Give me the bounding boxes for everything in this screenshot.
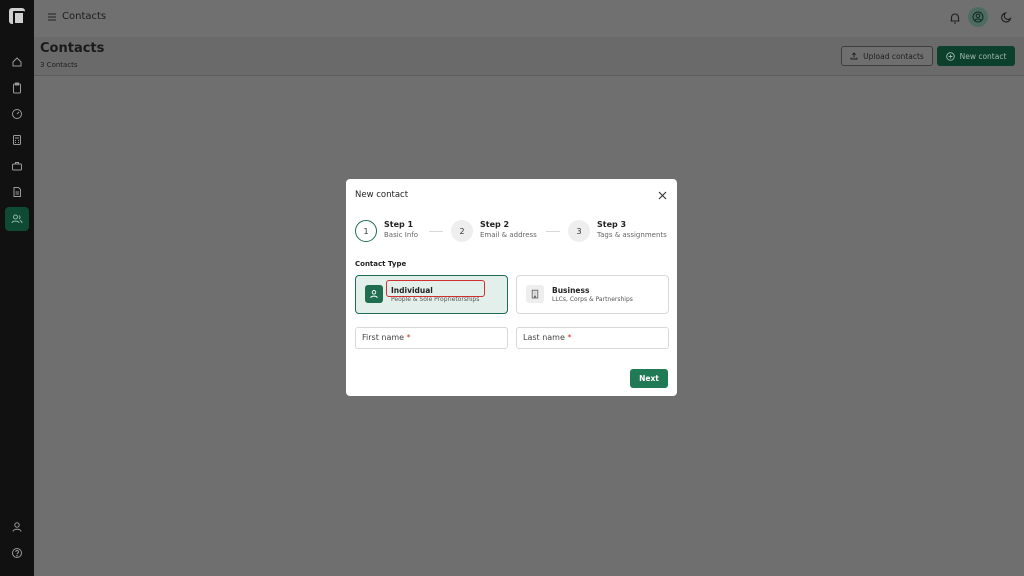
step-separator xyxy=(429,231,443,232)
step-3-indicator: 3 xyxy=(568,220,590,242)
step-2-title: Step 2 xyxy=(480,220,510,229)
home-icon[interactable] xyxy=(5,50,29,74)
close-icon[interactable] xyxy=(658,191,667,200)
clipboard-icon[interactable] xyxy=(5,76,29,100)
person-icon xyxy=(365,285,383,303)
modal-title: New contact xyxy=(355,190,409,200)
avatar[interactable] xyxy=(968,7,988,27)
step-3-desc: Tags & assignments xyxy=(597,231,667,239)
page-title: Contacts xyxy=(40,41,105,56)
step-1-title: Step 1 xyxy=(384,220,414,229)
business-option[interactable]: Business LLCs, Corps & Partnerships xyxy=(516,275,669,314)
step-3-title: Step 3 xyxy=(597,220,627,229)
page-header: Contacts 3 Contacts Upload contacts New … xyxy=(34,37,1024,75)
required-mark: * xyxy=(567,333,572,342)
app-logo[interactable] xyxy=(9,8,25,25)
plus-circle-icon xyxy=(945,51,955,61)
document-icon[interactable] xyxy=(5,180,29,204)
next-button[interactable]: Next xyxy=(630,369,668,388)
contact-type-label: Contact Type xyxy=(355,260,407,268)
business-title: Business xyxy=(552,286,590,295)
required-mark: * xyxy=(406,333,411,342)
new-contact-modal: New contact 1 Step 1 Basic Info 2 Step 2… xyxy=(346,179,677,396)
step-1-desc: Basic Info xyxy=(384,231,419,239)
upload-icon xyxy=(850,52,858,60)
individual-desc: People & Sole Proprietorships xyxy=(391,296,480,303)
upload-contacts-button[interactable]: Upload contacts xyxy=(841,46,933,66)
bell-icon[interactable] xyxy=(948,11,962,25)
user-icon[interactable] xyxy=(5,515,29,539)
sidebar xyxy=(0,0,34,576)
business-desc: LLCs, Corps & Partnerships xyxy=(552,296,633,303)
moon-icon[interactable] xyxy=(1000,10,1014,24)
individual-option[interactable]: Individual People & Sole Proprietorships xyxy=(355,275,508,314)
top-bar: Contacts xyxy=(34,0,1024,37)
users-icon[interactable] xyxy=(5,207,29,231)
step-2-indicator: 2 xyxy=(451,220,473,242)
first-name-field[interactable]: First name * xyxy=(355,327,508,349)
first-name-placeholder: First name xyxy=(362,333,405,342)
step-separator xyxy=(546,231,560,232)
calculator-icon[interactable] xyxy=(5,128,29,152)
briefcase-icon[interactable] xyxy=(5,154,29,178)
contact-count: 3 Contacts xyxy=(40,61,78,69)
new-contact-label: New contact xyxy=(959,51,1007,61)
upload-contacts-label: Upload contacts xyxy=(863,51,924,61)
building-icon xyxy=(526,285,544,303)
breadcrumb: Contacts xyxy=(62,11,107,22)
last-name-placeholder: Last name xyxy=(523,333,565,342)
help-icon[interactable] xyxy=(5,541,29,565)
gauge-icon[interactable] xyxy=(5,102,29,126)
menu-icon[interactable] xyxy=(47,12,57,22)
last-name-field[interactable]: Last name * xyxy=(516,327,669,349)
highlight-box xyxy=(386,280,485,297)
step-2-desc: Email & address xyxy=(480,231,537,239)
new-contact-button[interactable]: New contact xyxy=(937,46,1015,66)
header-divider xyxy=(34,75,1024,76)
step-1-indicator: 1 xyxy=(355,220,377,242)
